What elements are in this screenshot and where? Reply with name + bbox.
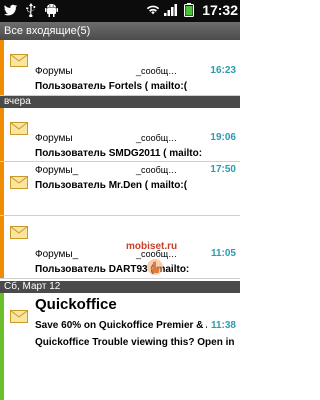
email-sender: Форумы_ <box>35 165 79 176</box>
email-row[interactable]: Форумы_ _сообщ… 17:50 Пользователь Mr.De… <box>0 162 240 216</box>
unread-indicator <box>0 162 4 215</box>
status-bar: 17:32 <box>0 0 240 22</box>
envelope-icon <box>10 226 28 239</box>
unread-indicator <box>0 40 4 95</box>
email-row-quickoffice[interactable]: Quickoffice Save 60% on Quickoffice Prem… <box>0 293 240 400</box>
email-time: 17:50 <box>210 164 236 175</box>
clock: 17:32 <box>202 2 238 18</box>
email-subject: Пользователь DART93 ( mailto: <box>35 264 190 275</box>
envelope-icon <box>10 310 28 323</box>
unread-indicator <box>0 216 4 278</box>
email-mailto: _сообщ… <box>136 133 178 143</box>
unread-indicator <box>0 293 4 400</box>
section-header: вчера <box>0 96 240 108</box>
email-subject: Save 60% on Quickoffice Premier & A… <box>35 320 207 331</box>
envelope-icon <box>10 54 28 67</box>
envelope-icon <box>10 122 28 135</box>
email-row[interactable]: Форумы_ _сообщ… 11:05 Пользователь DART9… <box>0 216 240 279</box>
email-title: Quickoffice <box>35 296 117 313</box>
email-sender: Форумы <box>35 133 73 144</box>
battery-icon <box>182 3 196 17</box>
email-preview: Quickoffice Trouble viewing this? Open i… <box>35 337 235 348</box>
email-row[interactable]: Форумы _сообщ… 16:23 Пользователь Fortel… <box>0 40 240 96</box>
wifi-icon <box>146 3 160 17</box>
signal-icon <box>164 3 178 17</box>
inbox-title[interactable]: Все входящие(5) <box>0 22 240 40</box>
section-header: Сб, Март 12 <box>0 281 240 293</box>
envelope-icon <box>10 176 28 189</box>
email-time: 11:38 <box>210 320 236 331</box>
email-mailto: _сообщ… <box>136 66 178 76</box>
android-icon <box>44 3 58 17</box>
watermark: mobiset.ru <box>126 241 178 252</box>
usb-icon <box>24 3 38 17</box>
email-time: 16:23 <box>210 65 236 76</box>
email-subject: Пользователь Fortels ( mailto:( <box>35 81 188 92</box>
email-mailto: _сообщ… <box>136 165 178 175</box>
touch-pointer-icon <box>147 259 163 275</box>
twitter-icon <box>4 3 18 17</box>
unread-indicator <box>0 108 4 161</box>
email-sender: Форумы <box>35 66 73 77</box>
email-sender: Форумы_ <box>35 249 79 260</box>
email-time: 11:05 <box>210 248 236 259</box>
email-subject: Пользователь Mr.Den ( mailto:( <box>35 180 188 191</box>
email-row[interactable]: Форумы _сообщ… 19:06 Пользователь SMDG20… <box>0 108 240 162</box>
email-time: 19:06 <box>210 132 236 143</box>
email-subject: Пользователь SMDG2011 ( mailto: <box>35 148 203 159</box>
